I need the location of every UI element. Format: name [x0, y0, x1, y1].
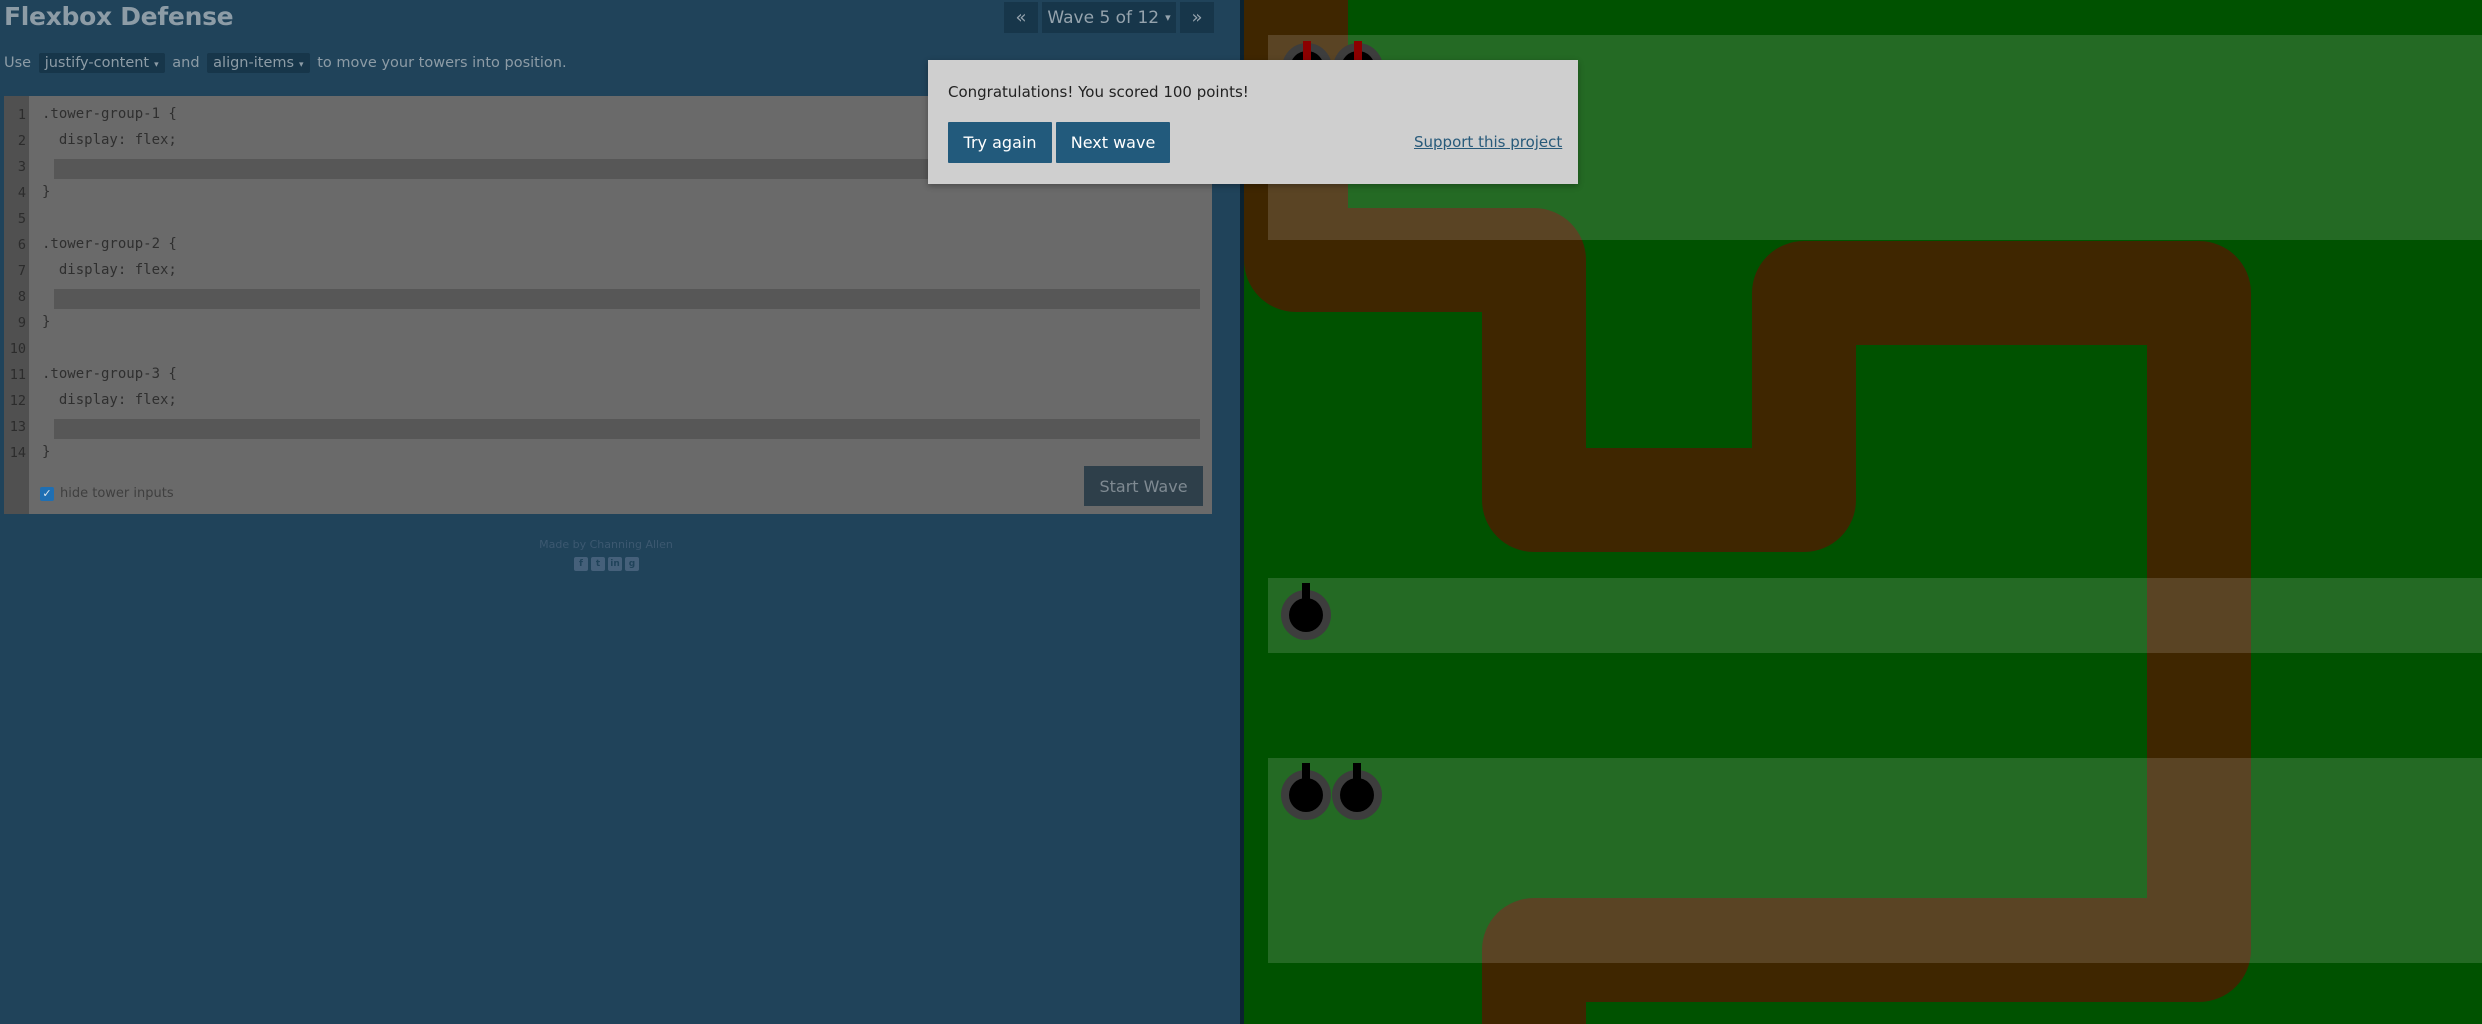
justify-content-dropdown[interactable]: justify-content ▾	[38, 53, 165, 73]
facebook-icon[interactable]: f	[574, 557, 588, 571]
code-line: }	[42, 184, 51, 200]
wave-select-label: Wave 5 of 12	[1047, 7, 1160, 28]
line-number: 1	[17, 107, 26, 123]
code-line: display: flex;	[42, 262, 177, 278]
code-line: }	[42, 314, 51, 330]
caret-down-icon: ▾	[299, 60, 304, 70]
linkedin-icon[interactable]: in	[608, 557, 622, 571]
hide-tower-inputs-option: ✓ hide tower inputs	[40, 486, 174, 501]
github-icon[interactable]: g	[625, 557, 639, 571]
social-links: f t in g	[574, 557, 639, 571]
code-line: }	[42, 444, 51, 460]
instructions-prefix: Use	[4, 55, 32, 71]
line-number-gutter: 1 2 3 4 5 6 7 8 9 10 11 12 13 14	[4, 96, 29, 514]
code-line: display: flex;	[42, 392, 177, 408]
twitter-icon[interactable]: t	[591, 557, 605, 571]
result-modal: Congratulations! You scored 100 points! …	[928, 60, 1578, 184]
line-number: 5	[17, 211, 26, 227]
line-number: 7	[17, 263, 26, 279]
hide-tower-inputs-checkbox[interactable]: ✓	[40, 486, 54, 501]
line-number: 11	[9, 367, 26, 383]
previous-wave-button[interactable]: «	[1004, 2, 1038, 33]
next-wave-button[interactable]: Next wave	[1056, 122, 1170, 163]
caret-down-icon: ▾	[154, 60, 159, 70]
tower	[1332, 763, 1382, 820]
line-number: 9	[17, 315, 26, 331]
line-number: 12	[9, 393, 26, 409]
justify-content-label: justify-content	[44, 55, 150, 71]
line-number: 2	[17, 133, 26, 149]
code-line: .tower-group-3 {	[42, 366, 177, 382]
line-number: 10	[9, 341, 26, 357]
line-number: 4	[17, 185, 26, 201]
next-wave-nav-button[interactable]: »	[1180, 2, 1214, 33]
tower-group-2-input[interactable]	[54, 289, 1200, 309]
wave-select-dropdown[interactable]: Wave 5 of 12 ▾	[1042, 2, 1176, 33]
line-number: 14	[9, 445, 26, 461]
try-again-button[interactable]: Try again	[948, 122, 1052, 163]
instructions-conjunction: and	[172, 55, 200, 71]
line-number: 8	[17, 289, 26, 305]
code-line: .tower-group-1 {	[42, 106, 177, 122]
line-number: 6	[17, 237, 26, 253]
instructions: Use justify-content ▾ and align-items ▾ to…	[4, 53, 567, 73]
result-message: Congratulations! You scored 100 points!	[948, 83, 1249, 101]
line-number: 13	[9, 419, 26, 435]
wave-navigation: « Wave 5 of 12 ▾ »	[1004, 2, 1214, 33]
align-items-dropdown[interactable]: align-items ▾	[207, 53, 310, 73]
align-items-label: align-items	[213, 55, 295, 71]
tower	[1281, 763, 1331, 820]
support-project-link[interactable]: Support this project	[1414, 133, 1562, 151]
line-number: 3	[17, 159, 26, 175]
code-line: display: flex;	[42, 132, 177, 148]
hide-tower-inputs-label: hide tower inputs	[60, 486, 174, 501]
tower-group-3-input[interactable]	[54, 419, 1200, 439]
tower	[1281, 583, 1331, 640]
credit-text[interactable]: Made by Channing Allen	[0, 538, 1212, 551]
code-line: .tower-group-2 {	[42, 236, 177, 252]
start-wave-button[interactable]: Start Wave	[1084, 466, 1203, 506]
instructions-suffix: to move your towers into position.	[317, 55, 567, 71]
page-title: Flexbox Defense	[4, 2, 234, 31]
chevron-down-icon: ▾	[1165, 11, 1171, 24]
